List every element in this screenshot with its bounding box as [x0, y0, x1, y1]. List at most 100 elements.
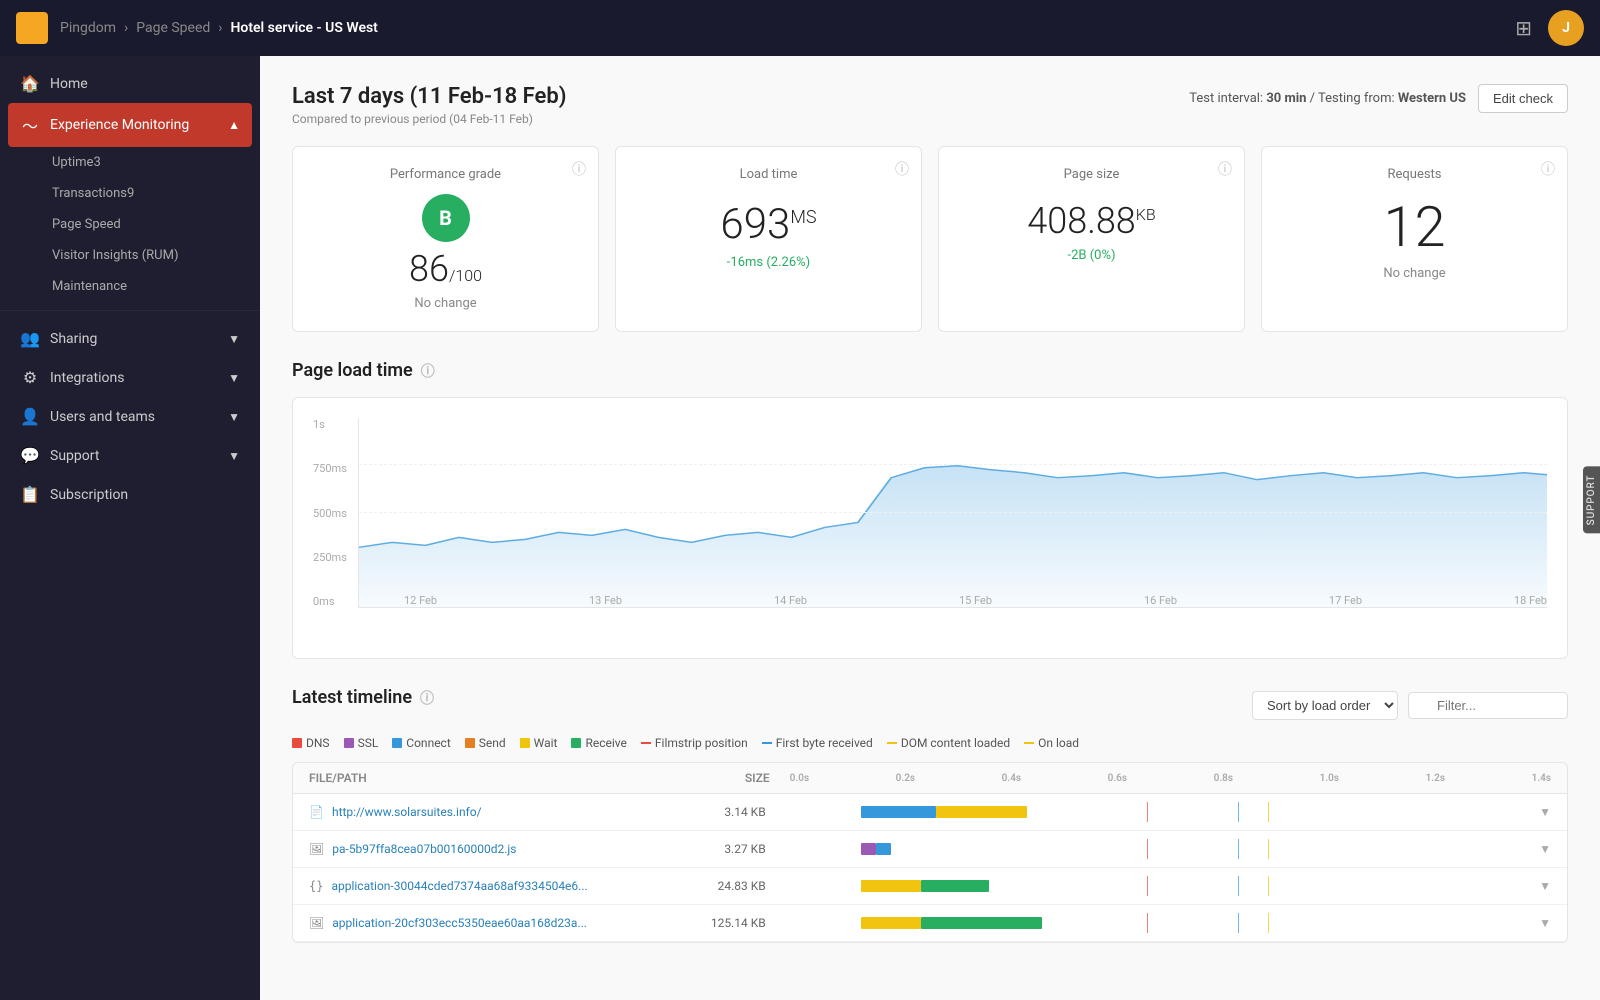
- row2-bar-connect: [876, 843, 891, 855]
- send-color: [465, 738, 475, 748]
- ruler-3: 0.6s: [1108, 773, 1127, 784]
- sidebar-label-subscription: Subscription: [50, 487, 128, 503]
- dom-line: [887, 742, 897, 744]
- info-icon-performance[interactable]: ⓘ: [572, 159, 586, 179]
- page-title-area: Last 7 days (11 Feb-18 Feb) Compared to …: [292, 84, 566, 126]
- y-label-2: 500ms: [313, 507, 353, 520]
- sidebar-label-users-teams: Users and teams: [50, 409, 155, 425]
- experience-monitoring-icon: 〜: [20, 113, 40, 137]
- ruler-5: 1.0s: [1320, 773, 1339, 784]
- row3-size: 24.83 KB: [686, 879, 786, 893]
- receive-color: [571, 738, 581, 748]
- logo-icon: [16, 12, 48, 44]
- avatar[interactable]: J: [1548, 10, 1584, 46]
- legend-dns: DNS: [292, 736, 330, 750]
- sidebar-item-uptime[interactable]: Uptime 3: [52, 147, 260, 178]
- legend-first-byte: First byte received: [762, 736, 873, 750]
- col-header-timeline: 0.0s 0.2s 0.4s 0.6s 0.8s 1.0s 1.2s 1.4s: [790, 773, 1551, 784]
- info-icon-timeline[interactable]: ⓘ: [420, 688, 434, 708]
- row3-expand[interactable]: ▼: [1539, 879, 1551, 893]
- topbar-right: ⊞ J: [1515, 10, 1584, 46]
- x-label-3: 15 Feb: [959, 594, 992, 607]
- sidebar-item-home[interactable]: 🏠 Home: [0, 64, 260, 103]
- row3-path[interactable]: application-30044cded7374aa68af9334504e6…: [331, 879, 587, 893]
- row4-timeline: [786, 913, 1539, 933]
- legend-wait: Wait: [520, 736, 558, 750]
- row4-expand[interactable]: ▼: [1539, 916, 1551, 930]
- info-icon-chart[interactable]: ⓘ: [421, 361, 435, 381]
- metric-card-requests: ⓘ Requests 12 No change: [1261, 146, 1568, 332]
- card-change-page-size: -2B (0%): [959, 248, 1224, 263]
- info-icon-requests[interactable]: ⓘ: [1541, 159, 1555, 179]
- col-header-file: FILE/PATH: [309, 771, 690, 785]
- metric-cards: ⓘ Performance grade B 86/100 No change ⓘ…: [292, 146, 1568, 332]
- sidebar-item-support[interactable]: 💬 Support ▼: [0, 436, 260, 475]
- row1-path[interactable]: http://www.solarsuites.info/: [332, 805, 482, 819]
- row4-bar-wait: [861, 917, 921, 929]
- sidebar-item-integrations[interactable]: ⚙ Integrations ▼: [0, 358, 260, 397]
- row3-timeline: [786, 876, 1539, 896]
- chart-area: 0ms 250ms 500ms 750ms 1s: [313, 418, 1547, 638]
- chevron-up-icon: ▲: [228, 118, 240, 132]
- table-row: {} application-30044cded7374aa68af933450…: [293, 868, 1567, 905]
- row3-file: {} application-30044cded7374aa68af933450…: [309, 879, 686, 893]
- integrations-icon: ⚙: [20, 368, 40, 387]
- info-icon-load-time[interactable]: ⓘ: [895, 159, 909, 179]
- file-icon-3: {}: [309, 879, 323, 893]
- filter-input[interactable]: [1408, 692, 1568, 719]
- sidebar-label-visitor-insights: Visitor Insights (RUM): [52, 248, 178, 263]
- row2-expand[interactable]: ▼: [1539, 842, 1551, 856]
- ruler-7: 1.4s: [1532, 773, 1551, 784]
- legend-filmstrip: Filmstrip position: [641, 736, 748, 750]
- support-tab[interactable]: SUPPORT: [1583, 467, 1600, 534]
- row4-file: 🖼 application-20cf303ecc5350eae60aa168d2…: [309, 916, 686, 930]
- breadcrumb-pagespeed[interactable]: Page Speed: [136, 20, 210, 36]
- subscription-icon: 📋: [20, 485, 40, 504]
- breadcrumb-pingdom[interactable]: Pingdom: [60, 20, 116, 36]
- sidebar-item-subscription[interactable]: 📋 Subscription: [0, 475, 260, 514]
- legend-wait-label: Wait: [534, 736, 558, 750]
- sidebar-label-page-speed: Page Speed: [52, 217, 121, 232]
- legend-send-label: Send: [479, 736, 506, 750]
- sidebar-item-transactions[interactable]: Transactions 9: [52, 178, 260, 209]
- sidebar-item-page-speed[interactable]: Page Speed: [52, 209, 260, 240]
- page-subtitle: Compared to previous period (04 Feb-11 F…: [292, 112, 566, 126]
- sidebar-item-sharing[interactable]: 👥 Sharing ▼: [0, 319, 260, 358]
- table-row: 🖼 pa-5b97ffa8cea07b00160000d2.js 3.27 KB…: [293, 831, 1567, 868]
- row4-path[interactable]: application-20cf303ecc5350eae60aa168d23a…: [332, 916, 587, 930]
- file-icon-1: 📄: [309, 805, 324, 819]
- y-label-4: 1s: [313, 418, 353, 431]
- breadcrumb-sep1: ›: [124, 20, 128, 36]
- ssl-color: [344, 738, 354, 748]
- chevron-down-support-icon: ▼: [228, 449, 240, 463]
- sidebar-label-integrations: Integrations: [50, 370, 124, 386]
- apps-icon[interactable]: ⊞: [1515, 16, 1532, 40]
- legend-ssl-label: SSL: [358, 736, 379, 750]
- row1-expand[interactable]: ▼: [1539, 805, 1551, 819]
- legend-onload: On load: [1024, 736, 1079, 750]
- x-label-2: 14 Feb: [774, 594, 807, 607]
- vline-blue-2: [1238, 839, 1239, 859]
- x-label-0: 12 Feb: [404, 594, 437, 607]
- sidebar-item-maintenance[interactable]: Maintenance: [52, 271, 260, 302]
- info-icon-page-size[interactable]: ⓘ: [1218, 159, 1232, 179]
- breadcrumb: Pingdom › Page Speed › Hotel service - U…: [60, 20, 378, 36]
- sidebar-item-experience-monitoring[interactable]: 〜 Experience Monitoring ▲: [8, 103, 252, 147]
- row3-bar-receive: [921, 880, 989, 892]
- sidebar-item-visitor-insights[interactable]: Visitor Insights (RUM): [52, 240, 260, 271]
- legend-onload-label: On load: [1038, 736, 1079, 750]
- y-label-1: 250ms: [313, 551, 353, 564]
- sharing-icon: 👥: [20, 329, 40, 348]
- filter-wrap: [1408, 692, 1568, 719]
- sort-select[interactable]: Sort by load order: [1252, 691, 1398, 720]
- x-label-4: 16 Feb: [1144, 594, 1177, 607]
- row2-path[interactable]: pa-5b97ffa8cea07b00160000d2.js: [332, 842, 516, 856]
- sidebar-item-users-teams[interactable]: 👤 Users and teams ▼: [0, 397, 260, 436]
- filmstrip-line: [641, 742, 651, 744]
- row1-bar-connect: [861, 806, 936, 818]
- uptime-badge: 3: [93, 155, 100, 170]
- edit-check-button[interactable]: Edit check: [1478, 84, 1568, 113]
- row1-size: 3.14 KB: [686, 805, 786, 819]
- row1-bar-wait: [936, 806, 1026, 818]
- ruler-1: 0.2s: [896, 773, 915, 784]
